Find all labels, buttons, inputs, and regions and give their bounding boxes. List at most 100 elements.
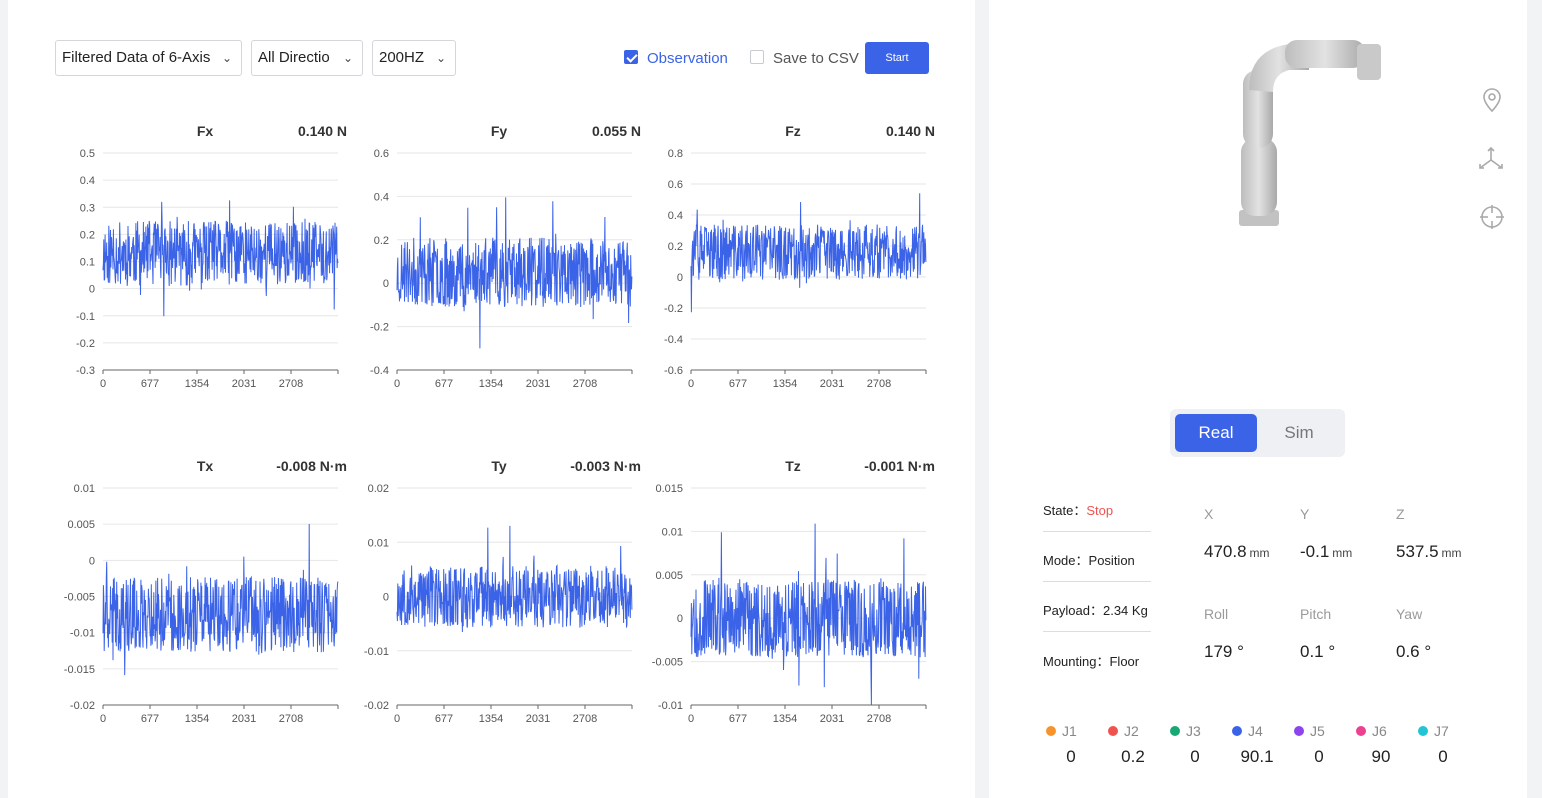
mode-value: Position [1088,553,1135,568]
y-tick-label: 0.005 [67,519,95,531]
y-tick-label: 0 [383,278,389,290]
y-tick-label: 0.01 [662,526,683,538]
chevron-down-icon: ⌄ [435,51,446,65]
series-line [102,200,339,317]
joint-label: J4 [1248,722,1263,739]
x-tick-label: 1354 [479,713,503,725]
rate-select[interactable]: 200HZ ⌄ [372,40,456,76]
pitch-label: Pitch [1300,606,1332,622]
chart-fz: Fz 0.140 N 0.8 0.6 0.4 0.2 0 -0.2 -0.4 -0.6 0 677 13… [664,123,935,390]
y-tick-label: -0.4 [664,334,683,346]
save-csv-label[interactable]: Save to CSV [773,50,859,68]
y-tick-label: -0.2 [370,322,389,334]
start-button[interactable]: Start [865,42,929,74]
joint-legend-j2: J2 [1108,722,1158,740]
y-tick-label: -0.01 [364,646,389,658]
location-pin-icon[interactable] [1478,86,1506,114]
joint-color-dot [1356,725,1366,736]
x-tick-label: 677 [435,713,453,725]
view-mode-toggle: Real Sim [1170,409,1345,457]
joint-color-dot [1232,725,1242,736]
y-tick-label: -0.02 [70,700,95,712]
y-tick-label: -0.01 [658,700,683,712]
joint-value-j2: 0.2 [1121,747,1145,766]
yaw-value: 0.6 ° [1396,642,1432,661]
joint-color-dot [1108,725,1118,736]
chevron-down-icon: ⌄ [342,51,353,65]
x-tick-label: 1354 [773,713,797,725]
x-tick-label: 2708 [867,713,891,725]
direction-select[interactable]: All Directio ⌄ [251,40,363,76]
x-tick-label: 2708 [279,713,303,725]
joint-value-j5: 0 [1314,747,1324,766]
y-tick-label: 0.8 [668,148,683,160]
payload-value: 2.34 Kg [1102,603,1148,618]
chart-current-value: 0.140 N [298,123,347,139]
sim-mode-button[interactable]: Sim [1258,414,1340,452]
real-mode-button[interactable]: Real [1175,414,1257,452]
x-tick-label: 2031 [232,378,256,390]
y-tick-label: 0 [677,613,683,625]
joint-color-dot [1294,725,1304,736]
chart-current-value: -0.001 N·m [864,458,935,474]
y-tick-label: 0.015 [655,483,683,495]
payload-row: Payload：2.34 Kg [1043,600,1148,619]
axis-tripod-icon[interactable] [1477,145,1505,173]
y-tick-label: 0.01 [368,537,389,549]
chart-ty: Ty -0.003 N·m 0.02 0.01 0 -0.01 -0.02 0 677 1354 2… [364,458,641,725]
data-type-select[interactable]: Filtered Data of 6-Axis ⌄ [55,40,242,76]
observation-checkbox[interactable] [624,50,638,64]
y-tick-label: 0 [89,284,95,296]
x-tick-label: 677 [141,378,159,390]
chart-current-value: 0.055 N [592,123,641,139]
x-tick-label: 1354 [185,713,209,725]
data-type-select-value: Filtered Data of 6-Axis [62,49,211,66]
joint-legend-j5: J5 [1294,722,1344,740]
y-tick-label: 0.4 [374,191,389,203]
mounting-row: Mounting：Floor [1043,651,1139,670]
x-tick-label: 2031 [820,713,844,725]
x-label: X [1204,506,1214,522]
x-tick-label: 2031 [526,378,550,390]
mode-row: Mode：Position [1043,550,1135,569]
y-tick-label: 0.2 [374,235,389,247]
state-value: Stop [1086,503,1114,518]
y-tick-label: -0.2 [76,338,95,350]
sensor-panel: Filtered Data of 6-Axis ⌄ All Directio ⌄… [8,0,975,798]
x-tick-label: 0 [688,378,694,390]
y-tick-label: -0.005 [652,657,683,669]
x-tick-label: 1354 [185,378,209,390]
save-csv-checkbox[interactable] [750,50,764,64]
yaw-label: Yaw [1396,606,1423,622]
x-tick-label: 2708 [867,378,891,390]
state-label: State： [1043,503,1087,518]
y-tick-label: -0.2 [664,303,683,315]
series-line [690,523,927,706]
y-tick-label: 0.6 [374,148,389,160]
mounting-label: Mounting： [1043,654,1110,669]
chevron-down-icon: ⌄ [221,51,232,65]
joint-color-dot [1418,725,1428,736]
x-tick-label: 2708 [573,378,597,390]
x-tick-label: 1354 [479,378,503,390]
pitch-value: 0.1 ° [1300,642,1336,661]
chart-title: Tz [785,458,801,474]
y-tick-label: -0.015 [64,664,95,676]
series-line [690,193,927,313]
crosshair-icon[interactable] [1478,203,1506,231]
x-value: 470.8 mm [1204,542,1270,561]
y-tick-label: -0.005 [64,592,95,604]
joint-value-j7: 0 [1438,747,1448,766]
x-tick-label: 2031 [526,713,550,725]
y-tick-label: 0.4 [80,175,95,187]
direction-select-value: All Directio [258,49,330,66]
y-tick-label: 0.2 [80,229,95,241]
x-tick-label: 0 [100,713,106,725]
x-tick-label: 2031 [232,713,256,725]
roll-value: 179 ° [1204,642,1244,661]
observation-label[interactable]: Observation [647,50,728,68]
x-tick-label: 1354 [773,378,797,390]
y-tick-label: 0.005 [655,570,683,582]
joint-color-dot [1170,725,1180,736]
x-tick-label: 2708 [573,713,597,725]
